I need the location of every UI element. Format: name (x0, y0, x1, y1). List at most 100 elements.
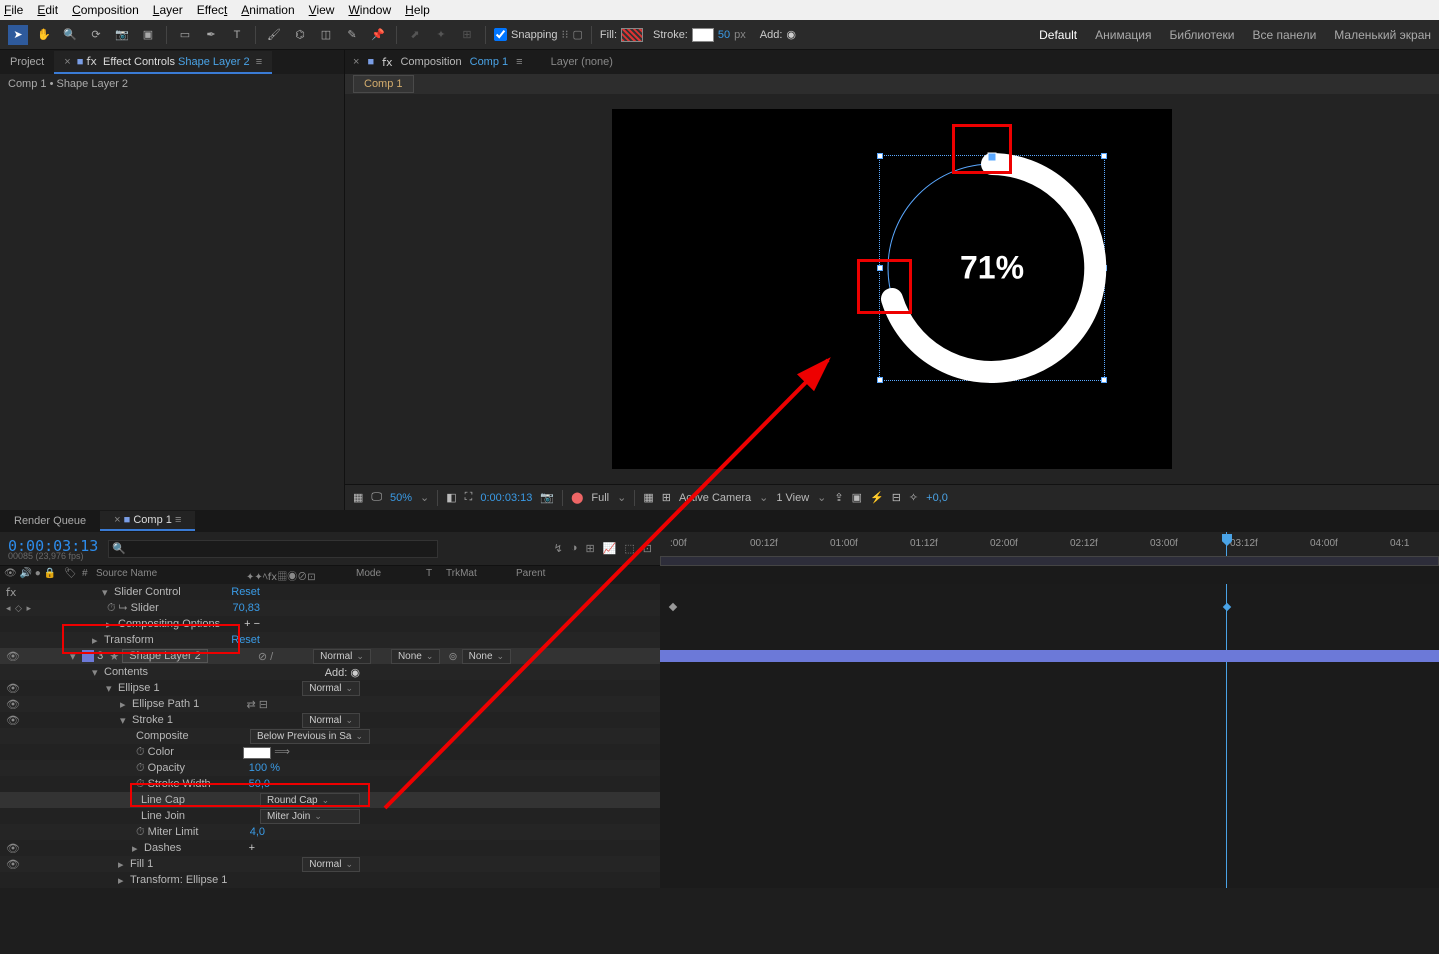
menu-window[interactable]: Window (348, 3, 391, 17)
workspace-libs[interactable]: Библиотеки (1169, 28, 1234, 42)
composite-value[interactable]: Below Previous in Sa (250, 729, 370, 744)
color-swatch[interactable] (243, 747, 271, 759)
frame-blend-icon[interactable]: ◑ (571, 542, 578, 555)
snapping-opt-icon[interactable]: ⁝⁝ (562, 28, 569, 41)
fill-swatch[interactable] (621, 28, 643, 42)
snapping-checkbox[interactable] (494, 28, 507, 41)
line-join-prop[interactable]: Line Join (141, 810, 185, 822)
timeline-search[interactable] (108, 540, 438, 558)
zoom-value[interactable]: 50% (390, 492, 412, 504)
timeline-comp-tab[interactable]: × ■ Comp 1 ≡ (100, 511, 195, 531)
layer-bar[interactable] (660, 650, 1439, 662)
opacity-prop[interactable]: Opacity (148, 762, 185, 774)
fill-group[interactable]: Fill 1 (130, 858, 153, 870)
local-axis-icon[interactable]: ⬈ (405, 25, 425, 45)
text-tool[interactable]: T (227, 25, 247, 45)
dashes-add-icon[interactable]: + (249, 842, 255, 854)
grid-icon[interactable]: ▦ (353, 491, 363, 504)
workspace-small[interactable]: Маленький экран (1334, 28, 1431, 42)
slider-prop[interactable]: Slider (131, 602, 159, 614)
add-shape-icon[interactable]: ◉ (350, 667, 360, 679)
stroke-width-value[interactable]: 50 (718, 29, 730, 41)
trkmat-dd[interactable]: None (391, 649, 440, 664)
share-icon[interactable]: ⇪ (834, 491, 843, 504)
puppet-tool[interactable]: 📌 (368, 25, 388, 45)
pen-tool[interactable]: ✒ (201, 25, 221, 45)
line-join-value[interactable]: Miter Join (260, 809, 360, 824)
fast-icon[interactable]: ⚡ (870, 491, 884, 504)
timeline-icon[interactable]: ⊟ (892, 491, 901, 504)
zoom-tool[interactable]: 🔍 (60, 25, 80, 45)
parent-dd[interactable]: None (462, 649, 511, 664)
switches-icon[interactable]: ⊡ (643, 542, 652, 555)
exposure-value[interactable]: +0,0 (926, 492, 948, 504)
menu-file[interactable]: FFileile (4, 3, 23, 17)
rect-tool[interactable]: ▭ (175, 25, 195, 45)
col-trkmat[interactable]: TrkMat (442, 568, 512, 583)
view-axis-icon[interactable]: ⊞ (457, 25, 477, 45)
timeline-tracks[interactable] (660, 584, 1439, 888)
eraser-tool[interactable]: ◫ (316, 25, 336, 45)
contents-group[interactable]: Contents (104, 666, 148, 678)
col-source[interactable]: Source Name (92, 568, 242, 583)
camera-tool[interactable]: 📷 (112, 25, 132, 45)
canvas[interactable]: 71% (612, 109, 1172, 469)
menu-animation[interactable]: Animation (241, 3, 294, 17)
workspace-all[interactable]: Все панели (1253, 28, 1317, 42)
opacity-value[interactable]: 100 % (249, 762, 280, 774)
breadcrumb-comp[interactable]: Comp 1 (353, 75, 414, 93)
graph-icon[interactable]: 📈 (603, 542, 617, 555)
effect-controls-tab[interactable]: × ■ 𝖿𝗑 Effect Controls Shape Layer 2 ≡ (54, 51, 272, 74)
snapshot-icon[interactable]: 📷 (540, 491, 554, 504)
visibility-toggle[interactable]: 👁 (6, 650, 20, 663)
keyframe-nav[interactable]: ◂ ◇ ▸ (6, 603, 32, 614)
snapping-toggle[interactable]: Snapping ⁝⁝ ▢ (494, 28, 583, 41)
quality-value[interactable]: Full (591, 492, 609, 504)
col-parent[interactable]: Parent (512, 568, 582, 583)
pixel-icon[interactable]: ▣ (852, 491, 862, 504)
workspace-default[interactable]: Default (1039, 28, 1077, 42)
draft3d-icon[interactable]: ⬚ (624, 542, 634, 555)
blend-mode-dd[interactable]: Normal (313, 649, 371, 664)
transform-ellipse[interactable]: Transform: Ellipse 1 (130, 874, 227, 886)
project-tab[interactable]: Project (0, 52, 54, 72)
menu-help[interactable]: Help (405, 3, 430, 17)
monitor-icon[interactable]: 🖵 (371, 491, 382, 504)
snapping-bounds-icon[interactable]: ▢ (573, 28, 583, 41)
menu-effect[interactable]: Effect (197, 3, 227, 17)
layer-none-tab[interactable]: Layer (none) (551, 56, 613, 68)
hand-tool[interactable]: ✋ (34, 25, 54, 45)
channel-icon[interactable]: ⬤ (571, 491, 583, 504)
guides-icon[interactable]: ⊞ (662, 491, 671, 504)
views-value[interactable]: 1 View (776, 492, 809, 504)
color-prop[interactable]: Color (148, 746, 174, 758)
path-opts-icon[interactable]: ⇄ ⊟ (247, 698, 269, 711)
moblur-icon[interactable]: ⊞ (585, 542, 594, 555)
slider-control[interactable]: Slider Control (114, 586, 181, 598)
menu-composition[interactable]: Composition (72, 3, 139, 17)
time-ruler[interactable]: :00f 00:12f 01:00f 01:12f 02:00f 02:12f … (660, 532, 1439, 566)
reset-link[interactable]: Reset (231, 586, 260, 598)
render-queue-tab[interactable]: Render Queue (0, 512, 100, 530)
work-area-bar[interactable] (660, 556, 1439, 566)
adjust-icon[interactable]: ✧ (909, 491, 918, 504)
slider-value[interactable]: 70,83 (232, 602, 260, 614)
composite-prop[interactable]: Composite (136, 730, 189, 742)
miter-limit-value[interactable]: 4,0 (250, 826, 265, 838)
add-remove-icon[interactable]: + − (244, 618, 260, 630)
stamp-tool[interactable]: ⌬ (290, 25, 310, 45)
miter-limit-prop[interactable]: Miter Limit (148, 826, 199, 838)
brush-tool[interactable]: 🖌 (264, 25, 284, 45)
comp-name[interactable]: Comp 1 (470, 56, 509, 68)
viewport[interactable]: 71% (345, 94, 1439, 484)
roto-tool[interactable]: ✎ (342, 25, 362, 45)
shy-icon[interactable]: ↯ (554, 542, 563, 555)
stroke-swatch[interactable] (692, 28, 714, 42)
world-axis-icon[interactable]: ✦ (431, 25, 451, 45)
dashes-group[interactable]: Dashes (144, 842, 181, 854)
selection-tool[interactable]: ➤ (8, 25, 28, 45)
col-mode[interactable]: Mode (352, 568, 422, 583)
ellipse-path[interactable]: Ellipse Path 1 (132, 698, 199, 710)
footer-time[interactable]: 0:00:03:13 (480, 492, 532, 504)
menu-view[interactable]: View (309, 3, 335, 17)
